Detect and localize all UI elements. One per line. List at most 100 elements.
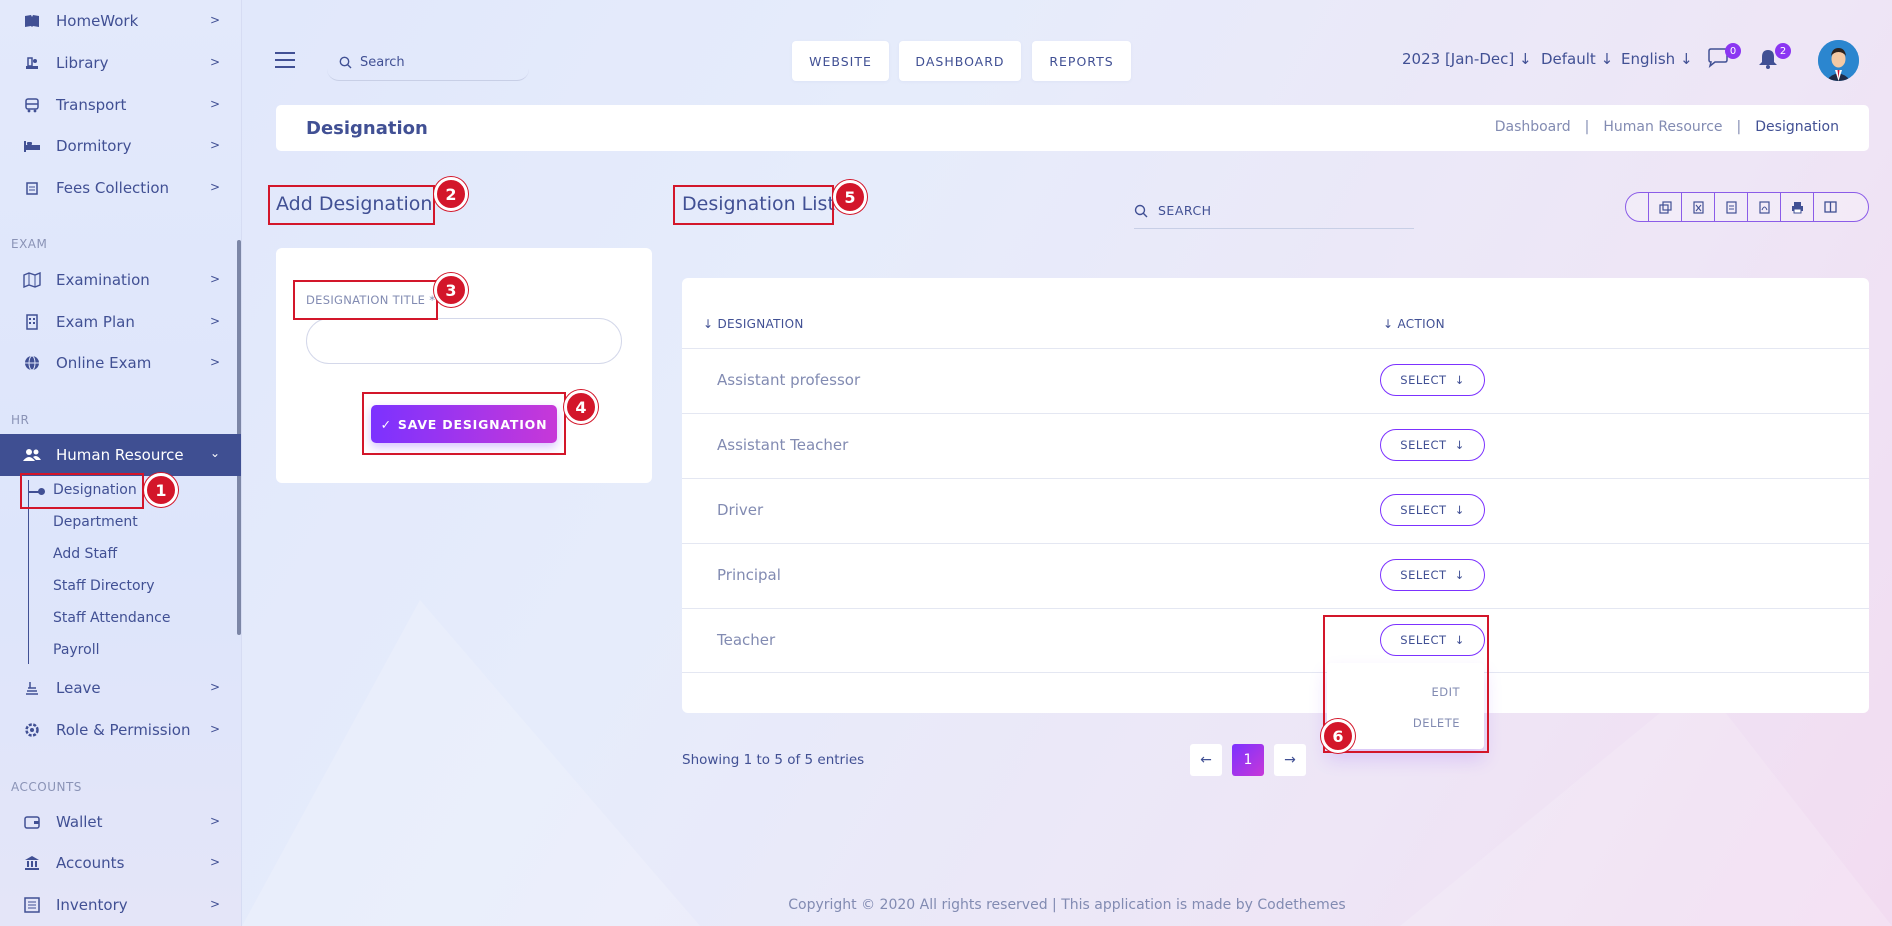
reports-button[interactable]: REPORTS <box>1032 41 1131 81</box>
page-title: Designation <box>306 118 428 139</box>
breadcrumb-separator: | <box>1584 119 1590 135</box>
leave-icon <box>22 678 42 698</box>
sidebar-item-exam-plan[interactable]: Exam Plan > <box>0 302 241 342</box>
sidebar-item-label: Fees Collection <box>56 179 170 197</box>
csv-icon <box>1725 200 1737 214</box>
excel-button[interactable] <box>1681 193 1714 221</box>
avatar[interactable] <box>1818 40 1859 81</box>
fees-icon <box>22 178 42 198</box>
sidebar-item-leave[interactable]: Leave > <box>0 668 241 708</box>
sidebar-item-library[interactable]: Library > <box>0 43 241 83</box>
previous-page-button[interactable]: ← <box>1190 744 1222 776</box>
section-label-accounts: ACCOUNTS <box>11 780 82 794</box>
website-button[interactable]: WEBSITE <box>792 41 889 81</box>
column-header-action[interactable]: ↓ ACTION <box>1383 317 1445 331</box>
messages-count-badge: 0 <box>1725 43 1741 59</box>
globe-icon <box>22 353 42 373</box>
notifications-count-badge: 2 <box>1775 43 1791 59</box>
pdf-button[interactable] <box>1747 193 1780 221</box>
chevron-right-icon: > <box>209 55 220 69</box>
chevron-right-icon: > <box>209 722 220 736</box>
notifications-button[interactable]: 2 <box>1757 43 1791 72</box>
language-select[interactable]: English ↓ <box>1621 50 1693 68</box>
select-action-button[interactable]: SELECT ↓ <box>1380 494 1485 526</box>
sidebar-item-role-permission[interactable]: Role & Permission > <box>0 710 241 750</box>
menu-toggle-button[interactable] <box>275 52 295 68</box>
messages-button[interactable]: 0 <box>1707 43 1741 72</box>
sidebar-item-examination[interactable]: Examination > <box>0 260 241 300</box>
csv-button[interactable] <box>1714 193 1747 221</box>
list-search-box[interactable] <box>1134 193 1414 229</box>
copy-button[interactable] <box>1648 193 1681 221</box>
chevron-down-icon: ⌄ <box>209 446 220 460</box>
chevron-right-icon: > <box>209 314 220 328</box>
designation-name: Assistant Teacher <box>717 436 849 454</box>
search-input[interactable] <box>360 54 520 70</box>
column-header-designation[interactable]: ↓ DESIGNATION <box>703 317 804 331</box>
theme-value: Default <box>1541 50 1596 68</box>
sidebar-subitem-payroll[interactable]: Payroll <box>53 642 99 658</box>
select-label: SELECT <box>1400 373 1447 387</box>
chevron-right-icon: > <box>209 814 220 828</box>
table-row: Teacher SELECT ↓ <box>682 608 1869 673</box>
hamburger-line <box>275 52 295 54</box>
breadcrumb-link-dashboard[interactable]: Dashboard <box>1495 119 1571 135</box>
sidebar-subitem-designation[interactable]: Designation <box>53 482 137 498</box>
arrow-down-icon: ↓ <box>1679 50 1693 68</box>
next-page-button[interactable]: → <box>1274 744 1306 776</box>
table-row: Principal SELECT ↓ <box>682 543 1869 608</box>
annotation-marker-1: 1 <box>144 473 178 507</box>
session-select[interactable]: 2023 [Jan-Dec] ↓ <box>1402 50 1532 68</box>
section-label-hr: HR <box>11 413 30 427</box>
sidebar-item-dormitory[interactable]: Dormitory > <box>0 126 241 166</box>
sidebar-item-wallet[interactable]: Wallet > <box>0 802 241 842</box>
select-action-button[interactable]: SELECT ↓ <box>1380 559 1485 591</box>
chevron-right-icon: > <box>209 680 220 694</box>
designation-title-field[interactable] <box>306 318 622 364</box>
breadcrumb-link-human-resource[interactable]: Human Resource <box>1603 119 1722 135</box>
chevron-right-icon: > <box>209 355 220 369</box>
session-value: 2023 [Jan-Dec] <box>1402 50 1515 68</box>
sidebar-subitem-staff-directory[interactable]: Staff Directory <box>53 578 155 594</box>
hamburger-line <box>275 66 295 68</box>
chevron-right-icon: > <box>209 97 220 111</box>
select-action-button[interactable]: SELECT ↓ <box>1380 364 1485 396</box>
select-action-button[interactable]: SELECT ↓ <box>1380 429 1485 461</box>
sidebar: HomeWork > Library > Transport > Dormito… <box>0 0 242 926</box>
designation-table: ↓ DESIGNATION ↓ ACTION Assistant profess… <box>682 278 1869 713</box>
edit-menu-item[interactable]: EDIT <box>1431 685 1460 699</box>
excel-icon <box>1692 200 1704 214</box>
page-number-button[interactable]: 1 <box>1232 744 1264 776</box>
save-designation-button[interactable]: ✓ SAVE DESIGNATION <box>371 405 557 443</box>
sidebar-item-online-exam[interactable]: Online Exam > <box>0 343 241 383</box>
theme-select[interactable]: Default ↓ <box>1541 50 1613 68</box>
designation-name: Teacher <box>717 631 776 649</box>
sidebar-subitem-add-staff[interactable]: Add Staff <box>53 546 117 562</box>
dashboard-button[interactable]: DASHBOARD <box>899 41 1021 81</box>
sidebar-item-accounts[interactable]: Accounts > <box>0 843 241 883</box>
top-search-box[interactable] <box>327 44 529 81</box>
delete-menu-item[interactable]: DELETE <box>1413 716 1460 730</box>
library-icon <box>22 53 42 73</box>
sidebar-item-transport[interactable]: Transport > <box>0 85 241 125</box>
select-action-button[interactable]: SELECT ↓ <box>1380 624 1485 656</box>
user-avatar-icon <box>1818 40 1859 81</box>
map-icon <box>22 270 42 290</box>
chevron-right-icon: > <box>209 272 220 286</box>
sidebar-subitem-staff-attendance[interactable]: Staff Attendance <box>53 610 171 626</box>
select-label: SELECT <box>1400 633 1447 647</box>
list-search-input[interactable] <box>1158 203 1398 218</box>
users-icon <box>22 445 42 465</box>
arrow-down-icon: ↓ <box>1519 50 1532 68</box>
sidebar-item-label: Exam Plan <box>56 313 135 331</box>
sidebar-subitem-department[interactable]: Department <box>53 514 138 530</box>
sidebar-item-fees-collection[interactable]: Fees Collection > <box>0 168 241 208</box>
designation-name: Driver <box>717 501 764 519</box>
sidebar-item-human-resource[interactable]: Human Resource ⌄ <box>0 434 241 476</box>
columns-button[interactable] <box>1813 193 1846 221</box>
sidebar-item-homework[interactable]: HomeWork > <box>0 1 241 41</box>
sidebar-item-label: Accounts <box>56 854 125 872</box>
sidebar-item-label: Transport <box>56 96 127 114</box>
arrow-down-icon: ↓ <box>1600 50 1614 68</box>
print-button[interactable] <box>1780 193 1813 221</box>
